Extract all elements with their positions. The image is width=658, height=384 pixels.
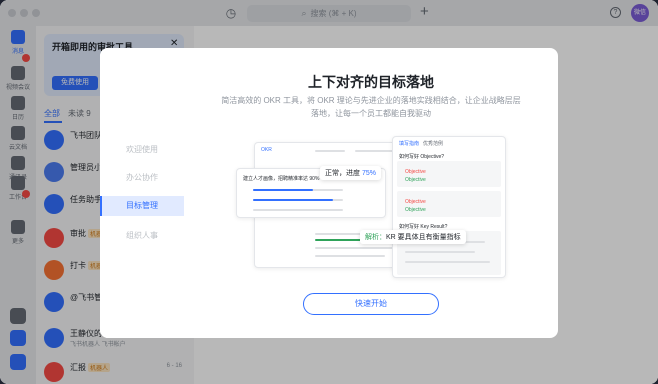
tab-examples: 优秀范例 bbox=[423, 141, 444, 147]
dialog-title: 上下对齐的目标落地 bbox=[308, 74, 434, 90]
line bbox=[315, 150, 345, 152]
onboarding-dialog: 欢迎使用 办公协作 目标管理 组织人事 上下对齐的目标落地 简洁高效的 OKR … bbox=[100, 48, 558, 338]
dialog-sidebar: 欢迎使用 办公协作 目标管理 组织人事 bbox=[100, 48, 184, 338]
dialog-nav-welcome[interactable]: 欢迎使用 bbox=[100, 140, 184, 160]
line bbox=[315, 247, 395, 249]
guide-item: Objective bbox=[405, 199, 426, 205]
okr-illustration: OKR 建立人才画像，招聘精准率达 90% 正常，进度 75% 填写指南 优秀范… bbox=[236, 136, 508, 284]
line bbox=[355, 150, 395, 152]
parse-tooltip: 解析：KR 要具体且有衡量指标 bbox=[360, 230, 466, 244]
line bbox=[253, 209, 343, 211]
guide-block: Objective Objective bbox=[397, 191, 501, 217]
guide-heading-kr: 如何写好 Key Result? bbox=[399, 224, 448, 230]
progress-bar bbox=[253, 189, 313, 191]
dialog-nav-hr[interactable]: 组织人事 bbox=[100, 226, 184, 246]
dialog-nav-okr[interactable]: 目标管理 bbox=[100, 196, 184, 216]
progress-bar bbox=[253, 199, 333, 201]
line bbox=[315, 255, 385, 257]
tab-guide: 填写指南 bbox=[399, 141, 420, 147]
guide-item: Objective bbox=[405, 169, 426, 175]
guide-panel: 填写指南 优秀范例 如何写好 Objective? Objective Obje… bbox=[392, 136, 506, 278]
dialog-description: 简洁高效的 OKR 工具，将 OKR 理论与先进企业的落地实践相结合，让企业战略… bbox=[221, 96, 521, 118]
dialog-nav-collaboration[interactable]: 办公协作 bbox=[100, 168, 184, 188]
app-window: ◷ ⌕搜索 (⌘ + K) + ? 微信 消息 视频会议 日历 云文档 通讯录 bbox=[0, 0, 658, 384]
guide-block: Objective Objective bbox=[397, 161, 501, 187]
guide-item: Objective bbox=[405, 207, 426, 213]
guide-item: Objective bbox=[405, 177, 426, 183]
progress-tooltip: 正常，进度 75% bbox=[320, 166, 381, 180]
quick-start-button[interactable]: 快速开始 bbox=[303, 293, 439, 315]
guide-heading-objective: 如何写好 Objective? bbox=[399, 154, 445, 160]
objective-text: 建立人才画像，招聘精准率达 90% bbox=[243, 176, 320, 182]
line bbox=[405, 261, 490, 263]
line bbox=[405, 251, 475, 253]
okr-app-title: OKR bbox=[261, 147, 272, 153]
